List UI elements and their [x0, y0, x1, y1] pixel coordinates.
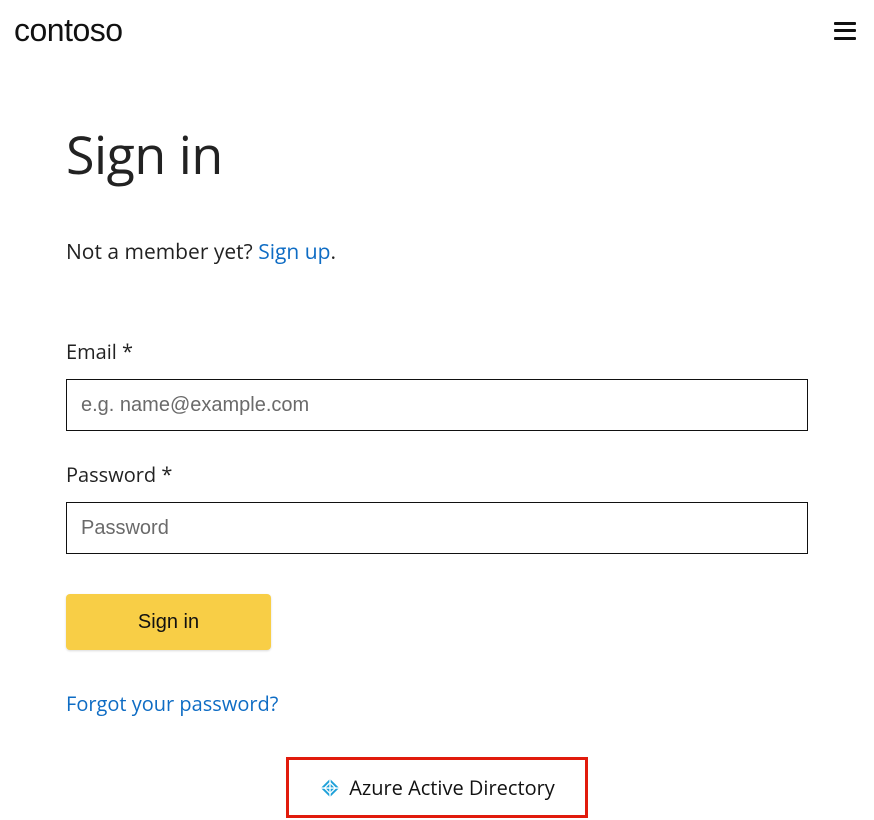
- not-member-suffix: .: [330, 238, 336, 266]
- logo: contoso: [14, 12, 123, 49]
- not-member-text: Not a member yet?: [66, 238, 258, 266]
- email-label: Email *: [66, 338, 808, 365]
- header: contoso: [0, 0, 874, 49]
- azure-ad-button[interactable]: Azure Active Directory: [286, 757, 588, 818]
- signin-container: Sign in Not a member yet? Sign up. Email…: [0, 49, 874, 818]
- signup-link[interactable]: Sign up: [258, 238, 330, 266]
- azure-ad-label: Azure Active Directory: [349, 774, 555, 801]
- signin-button[interactable]: Sign in: [66, 594, 271, 650]
- password-field[interactable]: [66, 502, 808, 554]
- forgot-password-link[interactable]: Forgot your password?: [66, 690, 278, 717]
- menu-icon[interactable]: [834, 22, 856, 40]
- sso-section: Azure Active Directory: [66, 757, 808, 818]
- password-label: Password *: [66, 461, 808, 488]
- signup-prompt: Not a member yet? Sign up.: [66, 238, 808, 266]
- email-field[interactable]: [66, 379, 808, 431]
- azure-icon: [319, 777, 341, 799]
- page-title: Sign in: [66, 119, 808, 190]
